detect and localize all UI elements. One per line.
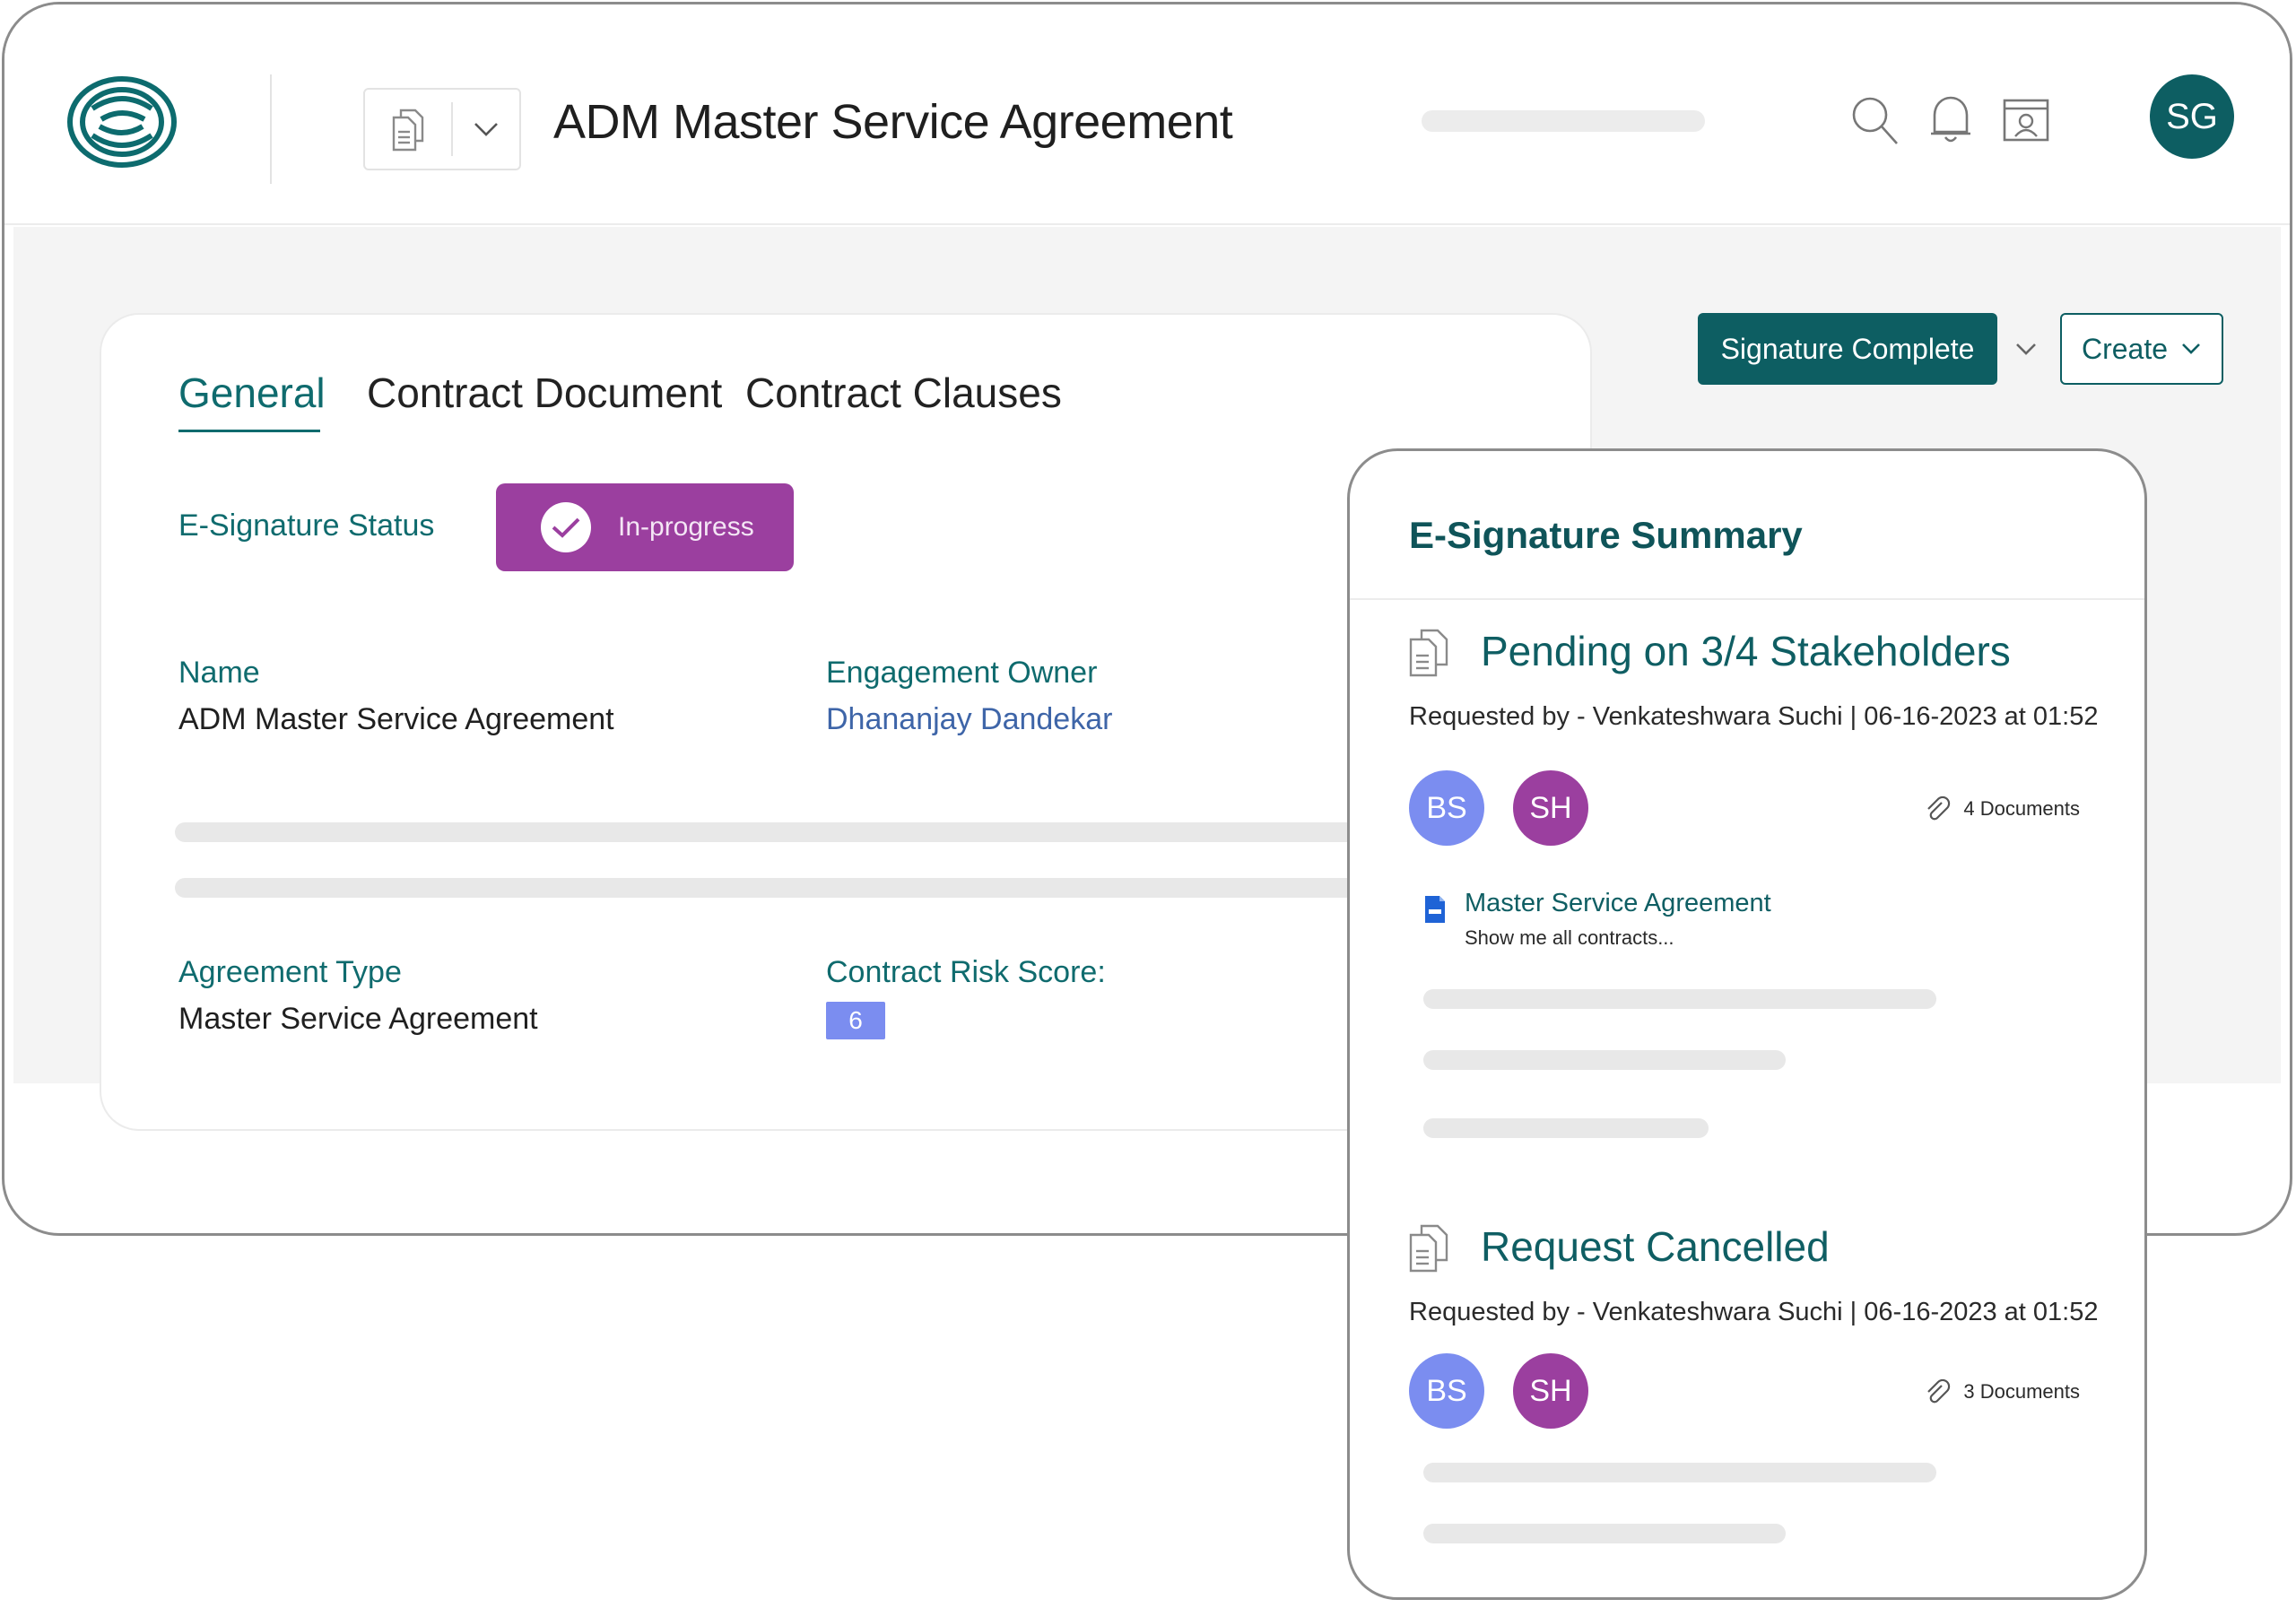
doc-file-icon [1425,896,1445,923]
browser-user-icon[interactable] [1999,91,2053,150]
engagement-owner-link[interactable]: Dhananjay Dandekar [826,702,1112,737]
tab-contract-document[interactable]: Contract Document [367,369,722,417]
skeleton-bar [1423,1050,1786,1070]
skeleton-bar [1423,1463,1936,1482]
chevron-down-icon[interactable] [2006,329,2046,369]
active-tab-indicator [178,430,320,432]
status-badge[interactable]: In-progress [496,483,794,571]
bell-icon[interactable] [1924,91,1978,150]
document-switcher[interactable] [363,88,521,170]
chevron-down-icon[interactable] [453,90,519,169]
skeleton-bar [175,878,1448,898]
create-button[interactable]: Create [2060,313,2223,385]
tab-general[interactable]: General [178,369,326,417]
documents-count-label: 3 Documents [1963,1380,2080,1403]
page-title: ADM Master Service Agreement [553,95,1233,149]
paperclip-icon [1927,795,1951,821]
copy-document-icon [1409,629,1448,677]
signature-complete-button[interactable]: Signature Complete [1698,313,1997,385]
skeleton-bar [1423,989,1936,1009]
search-icon[interactable] [1848,91,1902,150]
pending-section-title: Pending on 3/4 Stakeholders [1481,628,2011,674]
topbar-divider [270,74,272,184]
paperclip-icon [1927,1378,1951,1404]
copy-document-icon [1409,1224,1448,1273]
tab-contract-clauses[interactable]: Contract Clauses [745,369,1062,417]
stage: ADM Master Service Agreement SG Signatur… [0,0,2296,1608]
user-avatar[interactable]: SG [2150,74,2234,159]
documents-count[interactable]: 4 Documents [1924,795,2080,822]
skeleton-bar [1423,1118,1709,1138]
avatar[interactable]: BS [1409,1353,1484,1429]
summary-divider [1350,598,2144,600]
check-icon [541,502,591,552]
risk-score-badge: 6 [826,1002,885,1039]
documents-count-label: 4 Documents [1963,797,2080,820]
brand-logo[interactable] [65,73,178,171]
agreement-type-label: Agreement Type [178,955,402,989]
requested-by-text: Requested by - Venkateshwara Suchi | 06-… [1409,1298,2099,1326]
requested-by-text: Requested by - Venkateshwara Suchi | 06-… [1409,702,2099,731]
header-skeleton [1422,110,1705,132]
avatar[interactable]: SH [1513,770,1588,846]
esignature-status-label: E-Signature Status [178,508,435,543]
avatar[interactable]: SH [1513,1353,1588,1429]
documents-count[interactable]: 3 Documents [1924,1378,2080,1405]
skeleton-bar [1423,1524,1786,1543]
engagement-owner-label: Engagement Owner [826,656,1098,690]
agreement-type-value: Master Service Agreement [178,1002,538,1036]
esignature-summary-panel: E-Signature Summary Pending on 3/4 Stake… [1347,448,2147,1600]
document-subtitle: Show me all contracts... [1465,926,1674,949]
top-bar: ADM Master Service Agreement SG [4,4,2290,225]
status-text: In-progress [618,512,754,542]
name-label: Name [178,656,260,690]
contract-risk-label: Contract Risk Score: [826,955,1106,989]
cancelled-section-title: Request Cancelled [1481,1223,1830,1270]
avatar[interactable]: BS [1409,770,1484,846]
chevron-down-icon [2182,343,2200,354]
create-button-label: Create [2081,332,2169,365]
copy-document-icon [365,90,451,169]
name-value: ADM Master Service Agreement [178,702,614,736]
summary-title: E-Signature Summary [1409,514,1803,556]
skeleton-bar [175,822,1448,842]
document-link[interactable]: Master Service Agreement [1465,889,1771,918]
